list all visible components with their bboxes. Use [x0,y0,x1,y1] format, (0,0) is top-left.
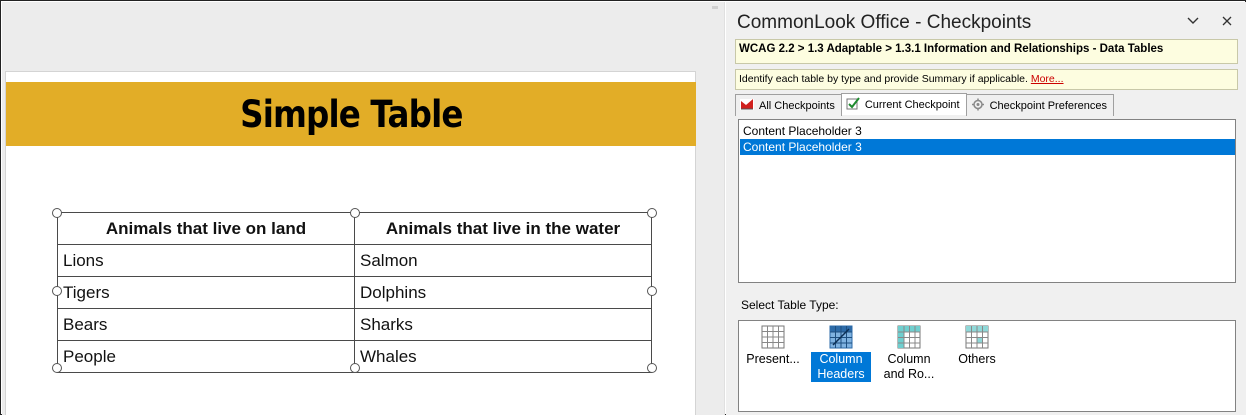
window-frame: Simple Table Animals that live on land A… [0,0,1246,415]
chevron-down-icon[interactable] [1186,14,1200,32]
table-cell[interactable]: Dolphins [354,276,652,309]
list-item[interactable]: Content Placeholder 3 [740,123,1235,139]
pane-splitter[interactable] [703,2,725,415]
resize-handle-bottom-right[interactable] [647,363,657,373]
table-cell[interactable]: Salmon [354,244,652,277]
resize-handle-bottom-left[interactable] [52,363,62,373]
table-type-presentation[interactable]: Present... [743,325,803,367]
checkpoint-breadcrumb: WCAG 2.2 > 1.3 Adaptable > 1.3.1 Informa… [735,39,1238,64]
table-cell[interactable]: People [57,340,355,373]
hint-text: Identify each table by type and provide … [739,73,1028,85]
slide-title[interactable]: Simple Table [240,93,463,136]
select-table-type-label: Select Table Type: [741,298,839,312]
table-header-cell[interactable]: Animals that live in the water [354,212,652,245]
resize-handle-top-middle[interactable] [350,208,360,218]
table-row: Tigers Dolphins [57,276,652,309]
tab-label: Current Checkpoint [864,98,960,111]
slide-canvas[interactable]: Simple Table Animals that live on land A… [5,71,696,415]
resize-handle-middle-right[interactable] [647,286,657,296]
tab-checkpoint-preferences[interactable]: Checkpoint Preferences [965,94,1115,116]
more-link[interactable]: More... [1031,73,1064,85]
table-type-others[interactable]: Others [947,325,1007,367]
resize-handle-top-right[interactable] [647,208,657,218]
table-type-label: Present... [746,352,800,366]
pane-tabs: All Checkpoints Current Checkpoint Check… [735,93,1115,116]
table-cell[interactable]: Bears [57,308,355,341]
slide-editor: Simple Table Animals that live on land A… [2,2,703,415]
slide-title-band: Simple Table [6,82,696,146]
table-cell[interactable]: Whales [354,340,652,373]
table-type-label: Column and Ro... [883,352,935,381]
table-type-label: Others [958,352,996,366]
table-type-label: Column Headers [811,352,871,382]
tab-label: All Checkpoints [759,99,835,112]
placeholder-list[interactable]: Content Placeholder 3 Content Placeholde… [738,119,1236,283]
preferences-icon [971,98,985,114]
resize-handle-middle-left[interactable] [52,286,62,296]
splitter-grip-icon [712,6,718,9]
grid-table-icon [761,325,785,349]
others-table-icon [965,325,989,349]
list-item-selected[interactable]: Content Placeholder 3 [740,139,1235,155]
pane-title: CommonLook Office - Checkpoints [737,12,1032,33]
table-cell[interactable]: Lions [57,244,355,277]
resize-handle-top-left[interactable] [52,208,62,218]
table-row: Bears Sharks [57,308,652,341]
checkpoints-icon [740,98,754,114]
resize-handle-bottom-middle[interactable] [350,363,360,373]
close-icon[interactable] [1220,14,1234,32]
table-header-cell[interactable]: Animals that live on land [57,212,355,245]
table-selection[interactable]: Animals that live on land Animals that l… [52,208,657,373]
simple-table[interactable]: Animals that live on land Animals that l… [57,212,652,373]
tab-current-checkpoint[interactable]: Current Checkpoint [840,93,967,115]
table-cell[interactable]: Sharks [354,308,652,341]
table-type-column-row-headers[interactable]: Column and Ro... [879,325,939,382]
table-type-column-headers[interactable]: Column Headers [811,325,871,382]
tab-all-checkpoints[interactable]: All Checkpoints [735,94,842,116]
table-row: Lions Salmon [57,244,652,277]
column-headers-icon [829,325,853,349]
checkpoint-hint: Identify each table by type and provide … [735,69,1238,90]
checkmark-icon [846,96,860,113]
table-cell[interactable]: Tigers [57,276,355,309]
table-type-list[interactable]: Present... Column Headers Column and Ro.… [738,320,1236,412]
column-row-headers-icon [897,325,921,349]
tab-label: Checkpoint Preferences [989,99,1108,112]
checkpoints-pane: CommonLook Office - Checkpoints WCAG 2.2… [726,2,1246,415]
